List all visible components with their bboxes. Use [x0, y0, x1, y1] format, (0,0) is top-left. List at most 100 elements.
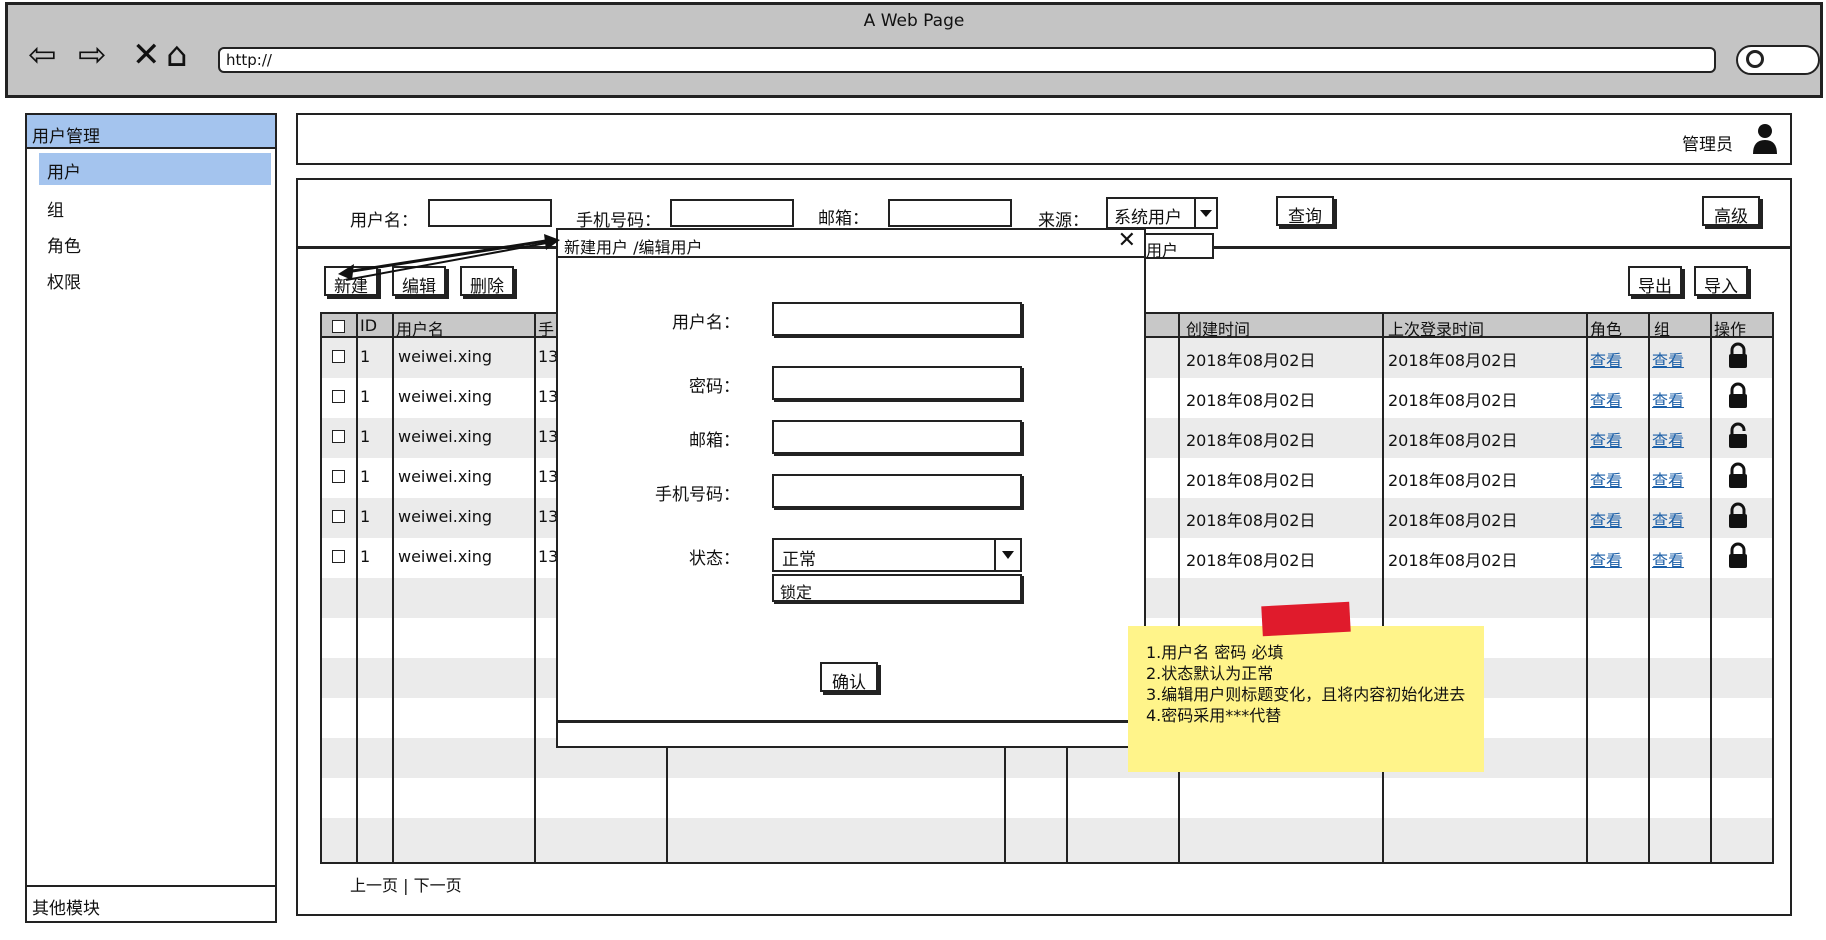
annotation-arrow [338, 234, 560, 281]
query-button[interactable]: 查询 [1276, 196, 1334, 227]
row-username: weiwei.xing [398, 427, 493, 446]
sidebar-item-role[interactable]: 角色 [47, 232, 81, 257]
browser-search-box[interactable] [1736, 45, 1820, 75]
admin-label[interactable]: 管理员 [1682, 130, 1733, 155]
view-role-link[interactable]: 查看 [1590, 427, 1622, 451]
view-role-link[interactable]: 查看 [1590, 547, 1622, 571]
row-username: weiwei.xing [398, 347, 493, 366]
export-button[interactable]: 导出 [1628, 266, 1682, 297]
view-group-link[interactable]: 查看 [1652, 427, 1684, 451]
view-group-link[interactable]: 查看 [1652, 347, 1684, 371]
row-last-login: 2018年08月02日 [1388, 391, 1518, 410]
col-created: 创建时间 [1186, 320, 1251, 339]
url-bar[interactable]: http:// [218, 47, 1716, 73]
row-created: 2018年08月02日 [1186, 471, 1316, 490]
dialog-password-label: 密码： [689, 377, 740, 397]
filter-phone-input[interactable] [670, 199, 794, 227]
row-checkbox[interactable] [332, 470, 345, 483]
row-checkbox[interactable] [332, 430, 345, 443]
dialog-titlebar: 新建用户 /编辑用户 ✕ [558, 228, 1144, 258]
row-checkbox[interactable] [332, 510, 345, 523]
confirm-button[interactable]: 确认 [820, 662, 878, 693]
col-username: 用户名 [396, 320, 445, 339]
dialog-username-input[interactable] [772, 302, 1022, 336]
row-last-login: 2018年08月02日 [1388, 351, 1518, 370]
lock-icon[interactable] [1727, 342, 1749, 370]
home-icon[interactable]: ⌂ [166, 35, 188, 75]
dialog-email-input[interactable] [772, 420, 1022, 454]
row-checkbox[interactable] [332, 550, 345, 563]
dialog-footer-divider [558, 720, 1144, 723]
lock-icon[interactable] [1727, 382, 1749, 410]
col-last-login: 上次登录时间 [1388, 320, 1485, 339]
note-line: 3.编辑用户则标题变化，且将内容初始化进去 [1146, 685, 1466, 704]
col-group: 组 [1654, 320, 1671, 339]
row-checkbox[interactable] [332, 390, 345, 403]
user-dialog: 新建用户 /编辑用户 ✕ 用户名： 密码： 邮箱： 手机号码： 状态： 正常 锁… [556, 228, 1146, 748]
pagination[interactable]: 上一页 | 下一页 [350, 872, 462, 896]
status-select[interactable]: 正常 [772, 538, 1022, 572]
view-group-link[interactable]: 查看 [1652, 547, 1684, 571]
view-role-link[interactable]: 查看 [1590, 347, 1622, 371]
sidebar-item-other-modules[interactable]: 其他模块 [27, 885, 275, 921]
status-select-value: 正常 [782, 550, 816, 570]
sidebar-item-group[interactable]: 组 [47, 196, 64, 221]
lock-icon[interactable] [1727, 502, 1749, 530]
row-created: 2018年08月02日 [1186, 351, 1316, 370]
view-group-link[interactable]: 查看 [1652, 387, 1684, 411]
sidebar-item-user[interactable]: 用户 [39, 153, 271, 185]
filter-username-input[interactable] [428, 199, 552, 227]
sidebar-header[interactable]: 用户管理 [27, 115, 275, 149]
dialog-phone-input[interactable] [772, 474, 1022, 508]
row-username: weiwei.xing [398, 507, 493, 526]
select-all-checkbox[interactable] [332, 320, 345, 333]
import-button[interactable]: 导入 [1694, 266, 1748, 297]
col-id: ID [360, 316, 378, 335]
view-group-link[interactable]: 查看 [1652, 507, 1684, 531]
source-option[interactable]: 用户 [1140, 233, 1214, 260]
status-dropdown-button[interactable] [994, 540, 1020, 570]
view-role-link[interactable]: 查看 [1590, 387, 1622, 411]
sidebar-item-permission[interactable]: 权限 [47, 268, 81, 293]
filter-email-input[interactable] [888, 199, 1012, 227]
forward-arrow-icon[interactable]: ⇨ [78, 35, 107, 75]
dialog-email-label: 邮箱： [689, 431, 740, 451]
source-select[interactable]: 系统用户 [1106, 197, 1196, 229]
row-id: 1 [360, 347, 371, 366]
row-checkbox[interactable] [332, 350, 345, 363]
lock-icon[interactable] [1727, 542, 1749, 570]
lock-icon[interactable] [1727, 462, 1749, 490]
user-avatar-icon[interactable] [1752, 123, 1778, 155]
source-select-value: 系统用户 [1114, 208, 1182, 228]
unlock-icon[interactable] [1727, 422, 1749, 450]
advanced-button[interactable]: 高级 [1702, 196, 1760, 227]
back-arrow-icon[interactable]: ⇦ [28, 35, 57, 75]
row-created: 2018年08月02日 [1186, 391, 1316, 410]
row-username: weiwei.xing [398, 547, 493, 566]
chevron-down-icon [1002, 551, 1014, 559]
source-dropdown-button[interactable] [1194, 197, 1218, 229]
note-line: 4.密码采用***代替 [1146, 706, 1282, 725]
row-id: 1 [360, 507, 371, 526]
status-option-locked[interactable]: 锁定 [772, 574, 1022, 602]
window-title: A Web Page [863, 11, 965, 31]
row-id: 1 [360, 547, 371, 566]
close-icon[interactable]: ✕ [1118, 228, 1136, 253]
row-username: weiwei.xing [398, 387, 493, 406]
stop-icon[interactable]: ✕ [132, 35, 161, 75]
sticky-tape [1261, 601, 1351, 637]
filter-email-label: 邮箱： [818, 209, 869, 229]
view-role-link[interactable]: 查看 [1590, 467, 1622, 491]
dialog-phone-label: 手机号码： [655, 485, 740, 505]
sidebar: 用户管理 用户 组 角色 权限 其他模块 [25, 113, 277, 923]
row-last-login: 2018年08月02日 [1388, 431, 1518, 450]
note-line: 2.状态默认为正常 [1146, 664, 1274, 683]
search-icon [1746, 50, 1764, 68]
dialog-status-label: 状态： [689, 549, 740, 569]
view-group-link[interactable]: 查看 [1652, 467, 1684, 491]
col-actions: 操作 [1714, 320, 1747, 339]
row-created: 2018年08月02日 [1186, 431, 1316, 450]
view-role-link[interactable]: 查看 [1590, 507, 1622, 531]
dialog-password-input[interactable] [772, 366, 1022, 400]
dialog-username-label: 用户名： [672, 313, 740, 333]
